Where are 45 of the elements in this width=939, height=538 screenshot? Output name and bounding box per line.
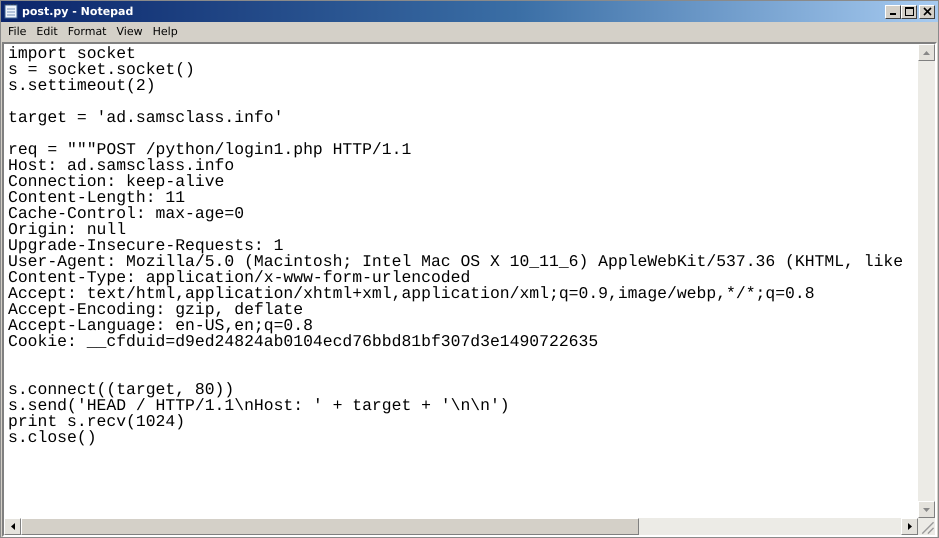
resize-grip-icon[interactable] (918, 518, 935, 535)
scroll-thumb[interactable] (21, 518, 639, 535)
menu-item[interactable]: Format (62, 25, 112, 38)
code-line: s.close() (8, 430, 97, 446)
minimize-button[interactable] (885, 4, 901, 18)
maximize-button[interactable] (901, 4, 917, 18)
horizontal-scrollbar[interactable] (4, 518, 918, 535)
code-line: s.settimeout(2) (8, 78, 156, 94)
code-line: Content-Length: 11 (8, 190, 186, 206)
window-title: post.py - Notepad (22, 5, 134, 18)
code-line: Connection: keep-alive (8, 174, 226, 190)
code-line: User-Agent: Mozilla/5.0 (Macintosh; Intel Mac OS X 10_11_6) AppleWebKit/537.36 (KHTML, like (8, 254, 904, 270)
menu-item[interactable]: Edit (31, 25, 63, 38)
close-button[interactable] (919, 4, 935, 18)
right-arrow-icon (908, 523, 912, 530)
code-line: Accept: text/html,application/xhtml+xml,application/xml;q=0.9,image/webp,*/*;q=0.8 (8, 286, 816, 302)
code-line: Accept-Language: en-US,en;q=0.8 (8, 318, 313, 334)
code-line: Content-Type: application/x-www-form-urlencoded (8, 270, 470, 286)
notepad-icon (4, 4, 18, 19)
scroll-down-button[interactable] (918, 501, 935, 518)
code-line: Accept-Encoding: gzip, deflate (8, 302, 304, 318)
scroll-right-button[interactable] (901, 518, 918, 535)
code-line: Cookie: __cfduid=d9ed24824ab0104ecd76bbd81bf307d3e1490722635 (8, 334, 600, 350)
code-line: target = 'ad.samsclass.info' (8, 110, 284, 126)
scroll-up-button[interactable] (918, 44, 935, 61)
code-line: Upgrade-Insecure-Requests: 1 (8, 238, 284, 254)
code-line: Origin: null (8, 222, 126, 238)
code-line: import socket (8, 46, 136, 62)
code-line: s.connect((target, 80)) (8, 382, 234, 398)
code-line: req = """POST /python/login1.php HTTP/1.1 (8, 142, 412, 158)
scroll-left-button[interactable] (4, 518, 21, 535)
down-arrow-icon (923, 508, 930, 512)
menu-item[interactable]: Help (148, 25, 183, 38)
vertical-scrollbar[interactable] (918, 44, 935, 518)
close-icon (922, 7, 932, 16)
code-line: Host: ad.samsclass.info (8, 158, 234, 174)
code-line: Cache-Control: max-age=0 (8, 206, 246, 222)
menu-item[interactable]: View (112, 25, 148, 38)
maximize-icon (904, 7, 914, 16)
code-line: print s.recv(1024) (8, 414, 186, 430)
up-arrow-icon (923, 50, 930, 54)
left-arrow-icon (10, 523, 14, 530)
code-line: s.send('HEAD / HTTP/1.1\nHost: ' + target + '\n\n') (8, 398, 511, 414)
menu-item[interactable]: File (3, 25, 32, 38)
code-line: s = socket.socket() (8, 62, 196, 78)
